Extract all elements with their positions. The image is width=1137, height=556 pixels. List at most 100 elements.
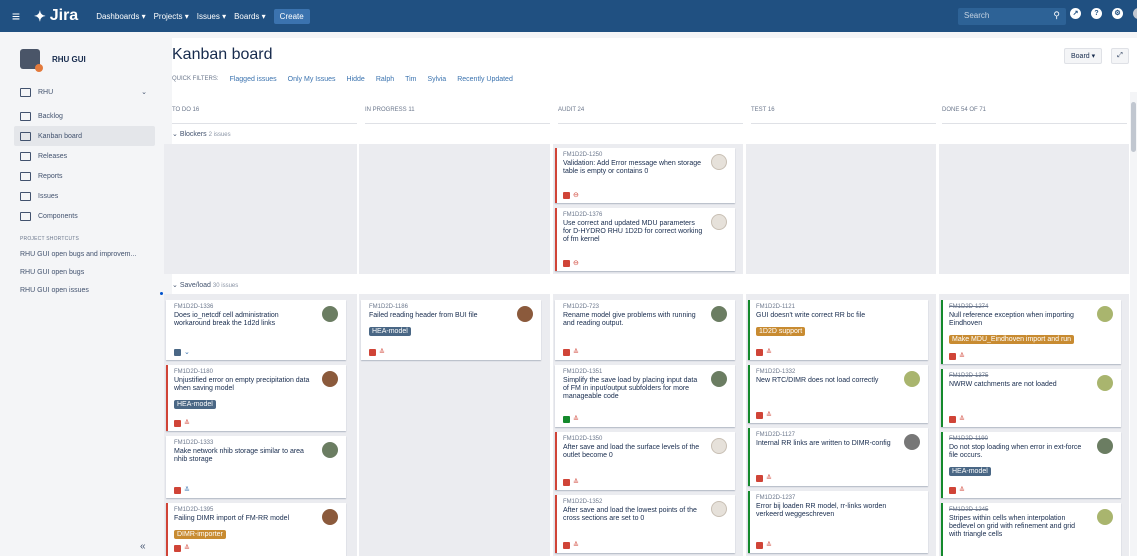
nav-boards[interactable]: Boards ▾ [234,12,266,21]
search-input[interactable]: Search ⚲ [958,8,1066,25]
column-cell [164,144,357,274]
filter-ralph[interactable]: Ralph [376,76,394,83]
menu-icon[interactable]: ≡ [6,8,26,24]
issues-icon [20,191,31,201]
board-scrollbar[interactable] [1130,92,1137,556]
epic-label[interactable]: HEA-model [369,327,411,336]
shortcut-link[interactable]: RHU GUI open bugs and improvem... [14,245,155,263]
issue-card[interactable]: FM1D2D-1350 After save and load the surf… [555,432,735,490]
swimlane-blockers[interactable]: ⌄ Blockers 2 issues [172,130,1127,138]
issue-card[interactable]: FM1D2D-1121 GUI doesn't write correct RR… [748,300,928,360]
priority-lowest-icon: ≚ [184,487,190,494]
filter-only-my-issues[interactable]: Only My Issues [288,76,336,83]
help-icon[interactable]: ? [1091,8,1102,19]
issue-key: FM1D2D-1395 [174,507,214,513]
bug-icon [174,420,181,427]
epic-label[interactable]: Make MDU_Eindhoven import and run [949,335,1075,344]
sidebar-item-releases[interactable]: Releases [14,146,155,166]
feedback-icon[interactable]: ↗ [1070,8,1081,19]
bug-icon [756,475,763,482]
issue-card[interactable]: FM1D2D-1250 Validation: Add Error messag… [555,148,735,203]
jira-logo[interactable]: ✦ Jira [34,7,78,25]
issue-card[interactable]: FM1D2D-1245 Stripes within cells when in… [941,503,1121,556]
issue-card[interactable]: FM1D2D-1336 Does io_netcdf cell administ… [166,300,346,360]
issue-card[interactable]: FM1D2D-1376 Use correct and updated MDU … [555,208,735,271]
bug-icon [369,349,376,356]
issue-summary: GUI doesn't write correct RR bc file [756,312,866,319]
issue-key: FM1D2D-1352 [563,499,603,505]
bug-icon [949,416,956,423]
issue-card[interactable]: FM1D2D-723 Rename model give problems wi… [555,300,735,360]
project-header[interactable]: RHU GUI [14,38,155,80]
swimlane-save-load[interactable]: ⌄ Save/load 30 issues [172,281,1127,289]
issue-summary: Unjustified error on empty precipitation… [174,377,310,392]
issue-card[interactable]: FM1D2D-1237 Error bij loaden RR model, r… [748,491,928,553]
assignee-avatar [711,438,727,454]
filter-recently-updated[interactable]: Recently Updated [457,76,513,83]
column-cell [939,144,1129,274]
issue-card[interactable]: FM1D2D-1395 Failing DIMR import of FM-RR… [166,503,346,556]
priority-high-icon: ≙ [959,416,965,423]
issue-summary: Simplify the save load by placing input … [563,377,698,400]
filter-tim[interactable]: Tim [405,76,416,83]
sidebar-item-backlog[interactable]: Backlog [14,106,155,126]
issue-card[interactable]: FM1D2D-1333 Make network nhib storage si… [166,436,346,498]
assignee-avatar [711,154,727,170]
column-cell [359,144,550,274]
components-icon [20,211,31,221]
sidebar-item-label: Issues [38,192,59,200]
epic-label[interactable]: HEA-model [949,467,991,476]
filter-flagged[interactable]: Flagged issues [230,76,277,83]
filter-hidde[interactable]: Hidde [347,76,365,83]
board-menu-button[interactable]: Board ▾ [1064,48,1103,64]
fullscreen-icon[interactable]: ⤢ [1111,48,1129,64]
bug-icon [563,192,570,199]
shortcut-link[interactable]: RHU GUI open bugs [14,263,155,281]
epic-label[interactable]: 1D2D support [756,327,806,336]
issue-card[interactable]: FM1D2D-1190 Do not stop loading when err… [941,432,1121,498]
issue-card[interactable]: FM1D2D-1332 New RTC/DIMR does not load c… [748,365,928,423]
epic-label[interactable]: HEA-model [174,400,216,409]
improvement-icon [563,416,570,423]
epic-label[interactable]: DIMR-importer [174,530,226,539]
issue-card[interactable]: FM1D2D-1351 Simplify the save load by pl… [555,365,735,427]
settings-gear-icon[interactable]: ⚙ [1112,8,1123,19]
sidebar-item-label: Backlog [38,112,63,120]
issue-key: FM1D2D-1121 [756,304,795,310]
issue-card[interactable]: FM1D2D-1186 Failed reading header from B… [361,300,541,360]
bug-icon [174,487,181,494]
sidebar-item-components[interactable]: Components [14,206,155,226]
nav-dashboards[interactable]: Dashboards ▾ [96,12,145,21]
issue-card[interactable]: FM1D2D-1375 NWRW catchments are not load… [941,369,1121,427]
sidebar-item-issues[interactable]: Issues [14,186,155,206]
nav-projects[interactable]: Projects ▾ [154,12,189,21]
nav-issues[interactable]: Issues ▾ [197,12,226,21]
issue-key: FM1D2D-1186 [369,304,408,310]
issue-summary: Make network nhib storage similar to are… [174,448,304,463]
shortcut-link[interactable]: RHU GUI open issues [14,281,155,299]
swimlane-count: 30 issues [212,283,239,289]
collapse-sidebar-icon[interactable]: « [140,541,146,552]
scrollbar-thumb[interactable] [1131,102,1136,152]
swimlane-count: 2 issues [208,132,231,138]
sidebar-edge-handle[interactable] [160,292,163,295]
filter-sylvia[interactable]: Sylvia [428,76,447,83]
sidebar-item-board-switcher[interactable]: RHU ⌄ [14,82,155,102]
assignee-avatar [1097,509,1113,525]
issue-key: FM1D2D-1250 [563,152,603,158]
priority-high-icon: ≙ [573,542,579,549]
assignee-avatar [1097,375,1113,391]
create-button[interactable]: Create [273,8,310,24]
priority-high-icon: ≙ [766,349,772,356]
issue-key: FM1D2D-1333 [174,440,214,446]
issue-card[interactable]: FM1D2D-1274 Null reference exception whe… [941,300,1121,364]
issue-card[interactable]: FM1D2D-1127 Internal RR links are writte… [748,428,928,486]
sidebar-item-reports[interactable]: Reports [14,166,155,186]
bug-icon [756,412,763,419]
issue-card[interactable]: FM1D2D-1352 After save and load the lowe… [555,495,735,553]
assignee-avatar [1097,438,1113,454]
sidebar-item-kanban-board[interactable]: Kanban board [14,126,155,146]
issue-card[interactable]: FM1D2D-1180 Unjustified error on empty p… [166,365,346,431]
sidebar-item-label: RHU [38,88,54,96]
user-avatar[interactable] [1133,8,1137,19]
